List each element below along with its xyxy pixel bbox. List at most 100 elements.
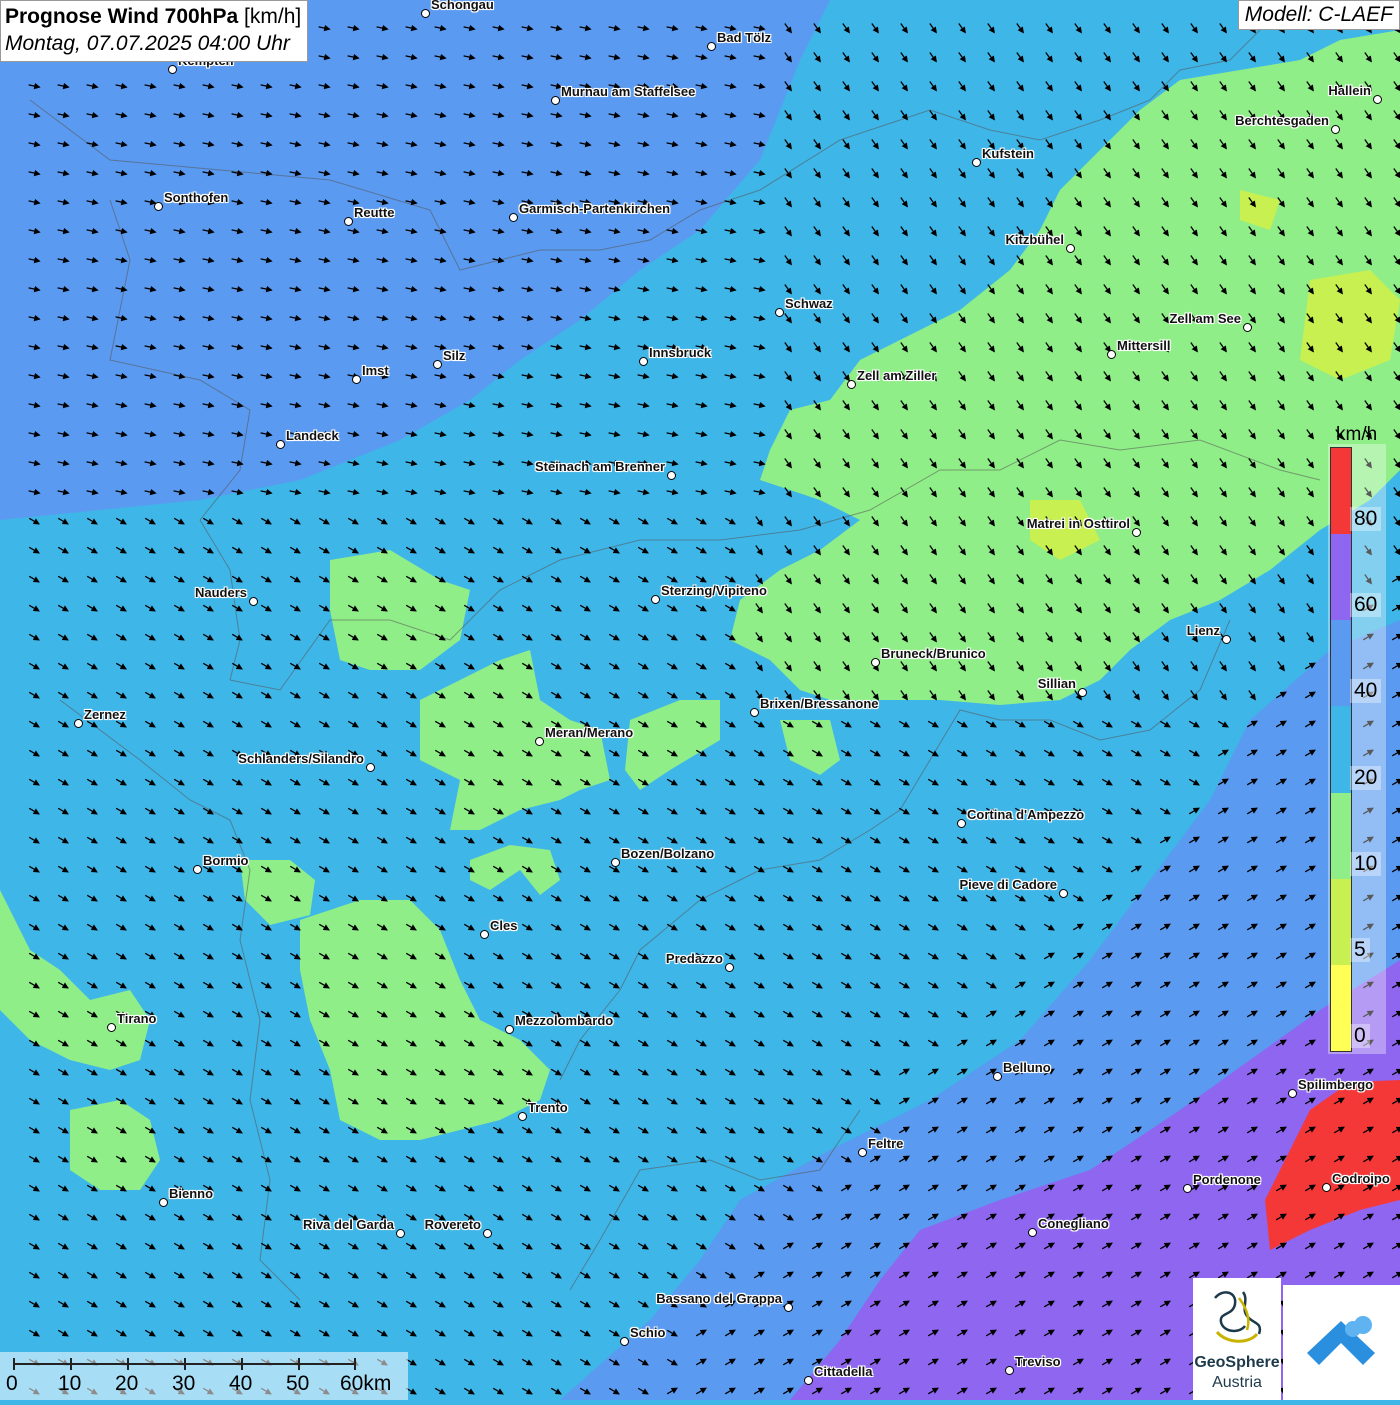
city-marker[interactable] [957,819,966,828]
city-label: Bormio [203,853,249,868]
city-label: Conegliano [1038,1216,1109,1231]
city-label: Feltre [868,1136,904,1151]
city-label: Rovereto [424,1217,481,1232]
city-marker[interactable] [1322,1183,1331,1192]
city-marker[interactable] [1331,125,1340,134]
city-label: Cles [490,918,518,933]
city-label: Bozen/Bolzano [621,846,715,861]
city-marker[interactable] [535,737,544,746]
legend-segment-5 [1331,878,1351,965]
city-marker[interactable] [276,440,285,449]
city-marker[interactable] [1183,1184,1192,1193]
city-marker[interactable] [433,360,442,369]
city-marker[interactable] [74,719,83,728]
city-marker[interactable] [1373,95,1382,104]
city-label: Nauders [194,585,247,600]
scale-label-50: 50 [286,1372,310,1395]
city-marker[interactable] [611,858,620,867]
city-marker[interactable] [154,202,163,211]
legend-segment-0 [1331,964,1351,1051]
city-marker[interactable] [775,308,784,317]
legend-segment-10 [1331,792,1351,879]
city-label: Meran/Merano [545,725,634,740]
city-marker[interactable] [871,658,880,667]
city-marker[interactable] [1288,1089,1297,1098]
map-title-box: Prognose Wind 700hPa [km/h] Montag, 07.0… [0,0,309,62]
city-marker[interactable] [707,42,716,51]
city-label: Bienno [169,1186,214,1201]
city-label: Sillian [1037,676,1076,691]
city-label: Kitzbühel [1005,232,1065,247]
city-marker[interactable] [366,763,375,772]
city-label: Garmisch-Partenkirchen [519,201,671,216]
city-marker[interactable] [107,1023,116,1032]
city-marker[interactable] [993,1072,1002,1081]
city-label: Schio [630,1325,666,1340]
city-label: Spilimbergo [1298,1077,1374,1092]
city-marker[interactable] [1066,244,1075,253]
city-marker[interactable] [249,597,258,606]
legend-label-60: 60 [1350,593,1382,618]
city-marker[interactable] [847,380,856,389]
city-marker[interactable] [1078,688,1087,697]
legend-label-20: 20 [1350,765,1382,790]
city-marker[interactable] [667,471,676,480]
city-marker[interactable] [1107,350,1116,359]
city-label: Zernez [84,707,126,722]
map-subtitle: Montag, 07.07.2025 04:00 Uhr [5,32,290,55]
city-label: Sterzing/Vipiteno [661,583,767,598]
map-title: Prognose Wind 700hPa [km/h] [5,3,301,31]
city-label: Silz [443,348,466,363]
city-marker[interactable] [509,213,518,222]
city-label: Treviso [1015,1354,1061,1369]
title-unit: [km/h] [238,5,302,28]
city-label: Kufstein [982,146,1034,161]
legend-colorbar [1330,447,1352,1052]
city-marker[interactable] [804,1376,813,1385]
city-marker[interactable] [159,1198,168,1207]
city-marker[interactable] [193,865,202,874]
legend-label-80: 80 [1350,507,1382,532]
city-marker[interactable] [858,1148,867,1157]
scale-label-30: 30 [172,1372,196,1395]
weather-app-icon[interactable] [1283,1285,1400,1400]
city-marker[interactable] [505,1025,514,1034]
city-label: Zell am Ziller [857,368,937,383]
city-marker[interactable] [1132,528,1141,537]
logo-text-line2: Austria [1212,1374,1262,1391]
city-marker[interactable] [1243,323,1252,332]
legend-segment-20 [1331,706,1351,793]
city-marker[interactable] [352,375,361,384]
city-marker[interactable] [651,595,660,604]
city-marker[interactable] [639,357,648,366]
city-marker[interactable] [784,1303,793,1312]
model-label: Modell: C-LAEF [1237,0,1400,30]
city-label: Berchtesgaden [1235,113,1329,128]
city-marker[interactable] [1028,1228,1037,1237]
city-marker[interactable] [518,1112,527,1121]
legend-label-40: 40 [1350,679,1382,704]
city-marker[interactable] [1005,1366,1014,1375]
city-marker[interactable] [483,1229,492,1238]
city-marker[interactable] [344,217,353,226]
city-marker[interactable] [725,963,734,972]
city-marker[interactable] [396,1229,405,1238]
city-label: Lienz [1186,623,1220,638]
city-marker[interactable] [551,96,560,105]
city-marker[interactable] [168,65,177,74]
city-marker[interactable] [750,708,759,717]
city-marker[interactable] [1059,889,1068,898]
city-marker[interactable] [421,9,430,18]
city-label: Landeck [286,428,339,443]
legend-segment-40 [1331,620,1351,707]
city-label: Pordenone [1193,1172,1261,1187]
city-marker[interactable] [1222,635,1231,644]
city-marker[interactable] [972,158,981,167]
geosphere-logo[interactable]: GeoSphere Austria [1193,1278,1281,1400]
city-label: Bruneck/Brunico [881,646,986,661]
city-marker[interactable] [480,930,489,939]
city-label: Innsbruck [649,345,712,360]
city-marker[interactable] [620,1337,629,1346]
city-label: Codroipo [1332,1171,1390,1186]
logo-text-line1: GeoSphere [1194,1354,1280,1371]
